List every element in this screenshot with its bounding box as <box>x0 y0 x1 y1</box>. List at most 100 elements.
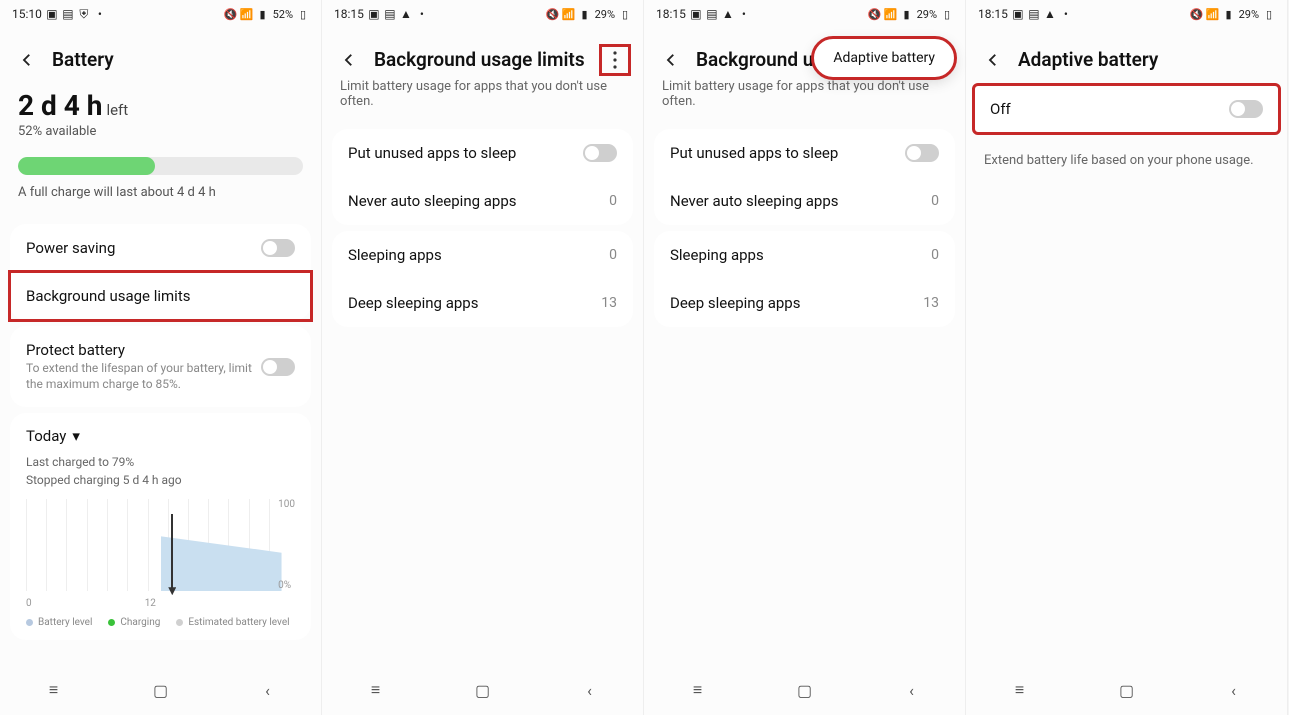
time-value: 2 d 4 h <box>18 89 102 122</box>
deep-sleeping-row[interactable]: Deep sleeping apps 13 <box>654 279 955 327</box>
x-left: 0 <box>26 598 32 609</box>
warn-icon: ▲ <box>1044 8 1056 20</box>
battery-chart: 100 0% 0 12 <box>26 499 295 609</box>
sleeping-count: 0 <box>609 247 617 263</box>
back-button[interactable]: ‹ <box>570 679 610 701</box>
battery-pct: 52% <box>273 8 293 21</box>
clock: 18:15 <box>334 7 364 21</box>
protect-battery-row[interactable]: Protect battery To extend the lifespan o… <box>10 326 311 407</box>
back-icon[interactable] <box>984 51 1002 69</box>
put-unused-sleep-row[interactable]: Put unused apps to sleep <box>654 129 955 177</box>
back-icon[interactable] <box>340 51 358 69</box>
mute-icon: 🔇 <box>225 8 237 20</box>
adaptive-desc: Extend battery life based on your phone … <box>966 139 1287 182</box>
battery-progress <box>18 157 303 175</box>
back-icon[interactable] <box>18 51 36 69</box>
screen-bg-limits: 18:15 ▣ ▤ ▲ • 🔇 📶 ▮ 29% ▯ Background usa… <box>322 0 644 715</box>
home-button[interactable]: ▢ <box>785 679 825 701</box>
background-usage-limits-row[interactable]: Background usage limits <box>10 272 311 320</box>
battery-pct: 29% <box>917 8 937 21</box>
deep-count: 13 <box>923 295 939 311</box>
off-label: Off <box>990 100 1011 118</box>
home-button[interactable]: ▢ <box>1107 679 1147 701</box>
battery-icon: ▯ <box>297 8 309 20</box>
page-subtitle: Limit battery usage for apps that you do… <box>644 79 965 123</box>
never-auto-label: Never auto sleeping apps <box>670 192 839 210</box>
screen-adaptive-battery: 18:15 ▣ ▤ ▲ • 🔇 📶 ▮ 29% ▯ Adaptive batte… <box>966 0 1288 715</box>
header: Background usage limits <box>322 28 643 79</box>
home-button[interactable]: ▢ <box>141 679 181 701</box>
bg-limits-label: Background usage limits <box>26 287 190 305</box>
deep-label: Deep sleeping apps <box>670 294 800 312</box>
battery-time-left: 2 d 4 h left 52% available <box>0 79 321 143</box>
never-auto-row[interactable]: Never auto sleeping apps 0 <box>332 177 633 225</box>
settings-group-1: Power saving Background usage limits <box>10 224 311 320</box>
nav-bar: ≡ ▢ ‹ <box>322 673 643 707</box>
back-button[interactable]: ‹ <box>892 679 932 701</box>
battery-icon: ▯ <box>1263 8 1275 20</box>
dot-icon: • <box>738 8 750 20</box>
image-icon: ▤ <box>1028 8 1040 20</box>
wifi-icon: 📶 <box>563 8 575 20</box>
power-saving-label: Power saving <box>26 239 115 257</box>
never-auto-count: 0 <box>931 193 939 209</box>
pct-available: 52% available <box>18 124 303 139</box>
put-sleep-toggle[interactable] <box>583 144 617 162</box>
clock: 18:15 <box>978 7 1008 21</box>
never-auto-row[interactable]: Never auto sleeping apps 0 <box>654 177 955 225</box>
back-icon[interactable] <box>662 51 680 69</box>
status-bar: 18:15 ▣ ▤ ▲ • 🔇 📶 ▮ 29% ▯ <box>966 0 1287 28</box>
page-subtitle: Limit battery usage for apps that you do… <box>322 79 643 123</box>
deep-sleeping-row[interactable]: Deep sleeping apps 13 <box>332 279 633 327</box>
y-top: 100 <box>278 499 295 510</box>
power-saving-toggle[interactable] <box>261 239 295 257</box>
mute-icon: 🔇 <box>869 8 881 20</box>
recents-button[interactable]: ≡ <box>1000 679 1040 701</box>
today-dropdown[interactable]: Today ▾ <box>26 427 295 445</box>
never-auto-label: Never auto sleeping apps <box>348 192 517 210</box>
wifi-icon: 📶 <box>1207 8 1219 20</box>
chart-y-axis: 100 0% <box>278 499 295 591</box>
page-title: Battery <box>52 48 114 71</box>
back-button[interactable]: ‹ <box>1214 679 1254 701</box>
group-sleep-toggle: Put unused apps to sleep Never auto slee… <box>332 129 633 225</box>
home-button[interactable]: ▢ <box>463 679 503 701</box>
wifi-icon: 📶 <box>241 8 253 20</box>
recents-button[interactable]: ≡ <box>34 679 74 701</box>
today-label: Today <box>26 427 66 445</box>
signal-icon: ▮ <box>257 8 269 20</box>
put-unused-sleep-row[interactable]: Put unused apps to sleep <box>332 129 633 177</box>
legend-battery: Battery level <box>26 617 92 628</box>
notif-icon: ▣ <box>1012 8 1024 20</box>
power-saving-row[interactable]: Power saving <box>10 224 311 272</box>
y-bot: 0% <box>278 580 295 591</box>
chevron-down-icon: ▾ <box>72 427 80 445</box>
full-charge-hint: A full charge will last about 4 d 4 h <box>0 185 321 218</box>
notif-icon: ▣ <box>368 8 380 20</box>
group-sleep-toggle: Put unused apps to sleep Never auto slee… <box>654 129 955 225</box>
screen-bg-limits-menu: 18:15 ▣ ▤ ▲ • 🔇 📶 ▮ 29% ▯ Background usa… <box>644 0 966 715</box>
put-sleep-label: Put unused apps to sleep <box>670 144 838 162</box>
adaptive-battery-label: Adaptive battery <box>833 50 935 66</box>
put-sleep-toggle[interactable] <box>905 144 939 162</box>
more-menu-button[interactable] <box>601 46 629 74</box>
dot-icon: • <box>94 8 106 20</box>
recents-button[interactable]: ≡ <box>356 679 396 701</box>
protect-battery-label: Protect battery <box>26 341 261 359</box>
back-button[interactable]: ‹ <box>248 679 288 701</box>
sleeping-apps-row[interactable]: Sleeping apps 0 <box>332 231 633 279</box>
sleeping-apps-row[interactable]: Sleeping apps 0 <box>654 231 955 279</box>
protect-battery-toggle[interactable] <box>261 358 295 376</box>
recents-button[interactable]: ≡ <box>678 679 718 701</box>
legend-estimated: Estimated battery level <box>176 617 289 628</box>
adaptive-battery-menuitem[interactable]: Adaptive battery <box>813 38 955 78</box>
header: Adaptive battery <box>966 28 1287 79</box>
image-icon: ▤ <box>384 8 396 20</box>
adaptive-toggle[interactable] <box>1229 100 1263 118</box>
nav-bar: ≡ ▢ ‹ <box>644 673 965 707</box>
group-sleeping-apps: Sleeping apps 0 Deep sleeping apps 13 <box>332 231 633 327</box>
screen-battery: 15:10 ▣ ▤ ⛨ • 🔇 📶 ▮ 52% ▯ Battery 2 d 4 … <box>0 0 322 715</box>
adaptive-off-row[interactable]: Off <box>974 85 1279 133</box>
group-sleeping-apps: Sleeping apps 0 Deep sleeping apps 13 <box>654 231 955 327</box>
sleeping-label: Sleeping apps <box>348 246 442 264</box>
